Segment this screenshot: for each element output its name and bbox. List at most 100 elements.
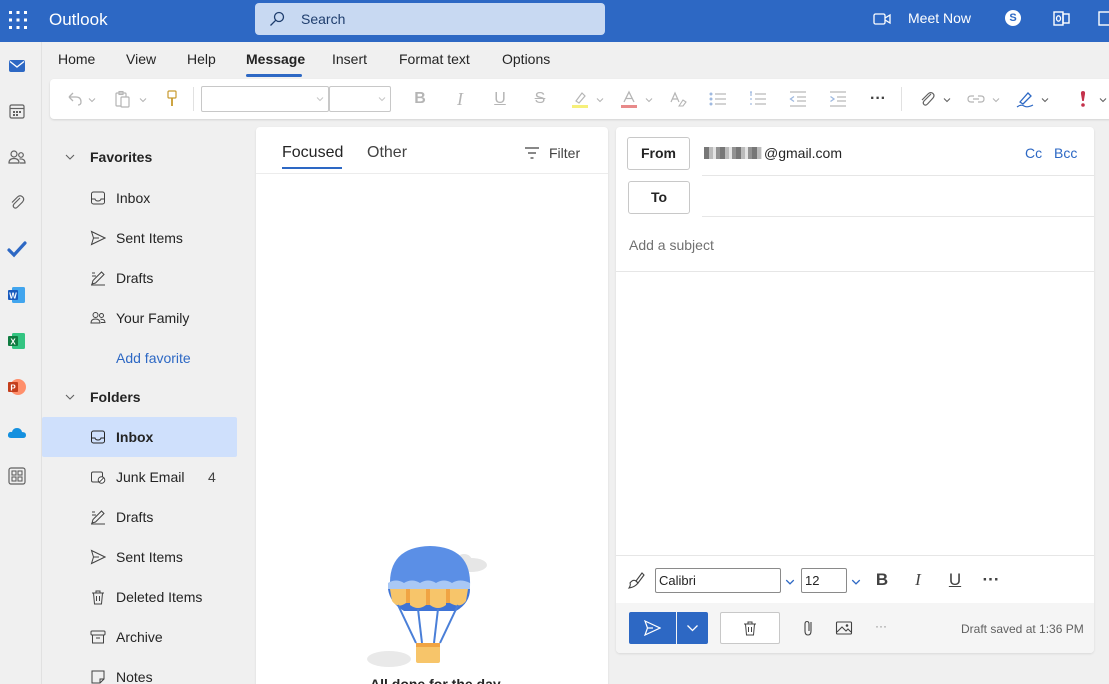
font-name-select[interactable] [201, 86, 329, 112]
excel-icon[interactable]: X [7, 331, 27, 351]
folder-inbox[interactable]: Inbox [42, 417, 237, 457]
clear-formatting-icon[interactable] [668, 89, 688, 109]
folder-deleted-items[interactable]: Deleted Items [42, 577, 237, 617]
font-size-select[interactable] [329, 86, 391, 112]
numbering-icon[interactable] [748, 89, 768, 109]
folder-sent-items[interactable]: Sent Items [42, 537, 237, 577]
people-icon[interactable] [7, 147, 27, 167]
tab-options[interactable]: Options [502, 51, 550, 67]
subject-input[interactable]: Add a subject [629, 237, 714, 253]
format-bar: Calibri 12 B I U ··· [616, 555, 1094, 603]
calendar-header-icon[interactable] [1098, 10, 1109, 27]
send-button[interactable] [629, 612, 676, 644]
favorite-drafts[interactable]: Drafts [42, 258, 237, 298]
video-camera-icon[interactable] [873, 12, 891, 26]
onedrive-icon[interactable] [7, 423, 27, 443]
highlight-icon[interactable] [570, 89, 590, 109]
app-title[interactable]: Outlook [49, 10, 108, 30]
folder-junk-email[interactable]: Junk Email 4 [42, 457, 237, 497]
svg-text:P: P [10, 383, 16, 392]
mail-icon[interactable] [7, 56, 27, 76]
font-name-input[interactable]: Calibri [655, 568, 781, 593]
folder-drafts[interactable]: Drafts [42, 497, 237, 537]
chevron-down-icon[interactable] [1041, 96, 1049, 104]
folder-label: Inbox [116, 429, 154, 445]
increase-indent-icon[interactable] [828, 89, 848, 109]
link-icon[interactable] [966, 89, 986, 109]
italic-icon[interactable]: I [450, 89, 470, 109]
folder-label: Deleted Items [116, 589, 203, 605]
powerpoint-icon[interactable]: P [7, 377, 27, 397]
more-format-options[interactable]: ··· [981, 570, 1001, 590]
chevron-down-icon[interactable] [139, 96, 147, 104]
search-box[interactable]: Search [255, 3, 605, 35]
chevron-down-icon[interactable] [943, 96, 951, 104]
format-painter-icon[interactable] [162, 89, 182, 109]
skype-icon[interactable]: S [1005, 10, 1021, 26]
underline-icon[interactable]: U [490, 89, 510, 109]
chevron-down-icon [687, 625, 698, 632]
folder-notes[interactable]: Notes [42, 657, 237, 684]
unread-count: 4 [208, 469, 216, 485]
word-icon[interactable]: W [7, 285, 27, 305]
chevron-down-icon[interactable] [992, 96, 1000, 104]
folder-label: Notes [116, 669, 153, 684]
tab-focused[interactable]: Focused [282, 144, 343, 162]
discard-button[interactable] [720, 612, 780, 644]
todo-icon[interactable] [7, 239, 27, 259]
filter-icon[interactable] [524, 146, 540, 160]
people-icon [90, 312, 106, 324]
image-icon[interactable] [835, 619, 853, 637]
chevron-down-icon[interactable] [785, 577, 795, 587]
attach-icon[interactable] [799, 619, 817, 637]
favorite-your-family[interactable]: Your Family [42, 298, 237, 338]
tab-message[interactable]: Message [246, 51, 305, 67]
tab-insert[interactable]: Insert [332, 51, 367, 67]
undo-icon[interactable] [64, 89, 84, 109]
tab-other[interactable]: Other [367, 144, 407, 162]
cc-button[interactable]: Cc [1025, 145, 1042, 161]
attachment-icon[interactable] [7, 193, 27, 213]
bold-button[interactable]: B [872, 570, 892, 590]
bcc-button[interactable]: Bcc [1054, 145, 1077, 161]
chevron-down-icon[interactable] [596, 96, 604, 104]
more-options-icon[interactable]: ··· [868, 89, 888, 109]
svg-text:X: X [10, 337, 16, 346]
filter-button[interactable]: Filter [549, 145, 580, 161]
chevron-down-icon[interactable] [1099, 96, 1107, 104]
send-options-button[interactable] [677, 612, 708, 644]
chevron-down-icon[interactable] [851, 577, 861, 587]
chevron-down-icon[interactable] [645, 96, 653, 104]
italic-button[interactable]: I [908, 570, 928, 590]
signature-icon[interactable] [1015, 89, 1035, 109]
meet-now-button[interactable]: Meet Now [908, 10, 971, 26]
app-launcher-icon[interactable] [8, 10, 28, 30]
to-button[interactable]: To [628, 181, 690, 214]
underline-button[interactable]: U [945, 570, 965, 590]
calendar-icon[interactable] [7, 101, 27, 121]
more-apps-icon[interactable] [7, 466, 27, 486]
format-painter-icon[interactable] [627, 571, 645, 589]
add-favorite-link[interactable]: Add favorite [116, 350, 191, 366]
bold-icon[interactable]: B [410, 89, 430, 109]
from-button[interactable]: From [627, 137, 690, 170]
outlook-app-icon[interactable] [1053, 10, 1070, 27]
bullets-icon[interactable] [708, 89, 728, 109]
tab-view[interactable]: View [126, 51, 156, 67]
font-size-input[interactable]: 12 [801, 568, 847, 593]
tab-format-text[interactable]: Format text [399, 51, 470, 67]
tab-home[interactable]: Home [58, 51, 95, 67]
decrease-indent-icon[interactable] [788, 89, 808, 109]
attach-file-icon[interactable] [917, 89, 937, 109]
paste-icon[interactable] [112, 89, 132, 109]
favorite-sent-items[interactable]: Sent Items [42, 218, 237, 258]
favorite-inbox[interactable]: Inbox [42, 178, 237, 218]
chevron-down-icon[interactable] [88, 96, 96, 104]
importance-icon[interactable] [1073, 89, 1093, 109]
more-actions-icon[interactable]: ··· [872, 619, 890, 637]
folder-archive[interactable]: Archive [42, 617, 237, 657]
strikethrough-icon[interactable]: S [530, 89, 550, 109]
font-color-icon[interactable] [619, 89, 639, 109]
tab-help[interactable]: Help [187, 51, 216, 67]
message-body[interactable] [616, 272, 1094, 555]
